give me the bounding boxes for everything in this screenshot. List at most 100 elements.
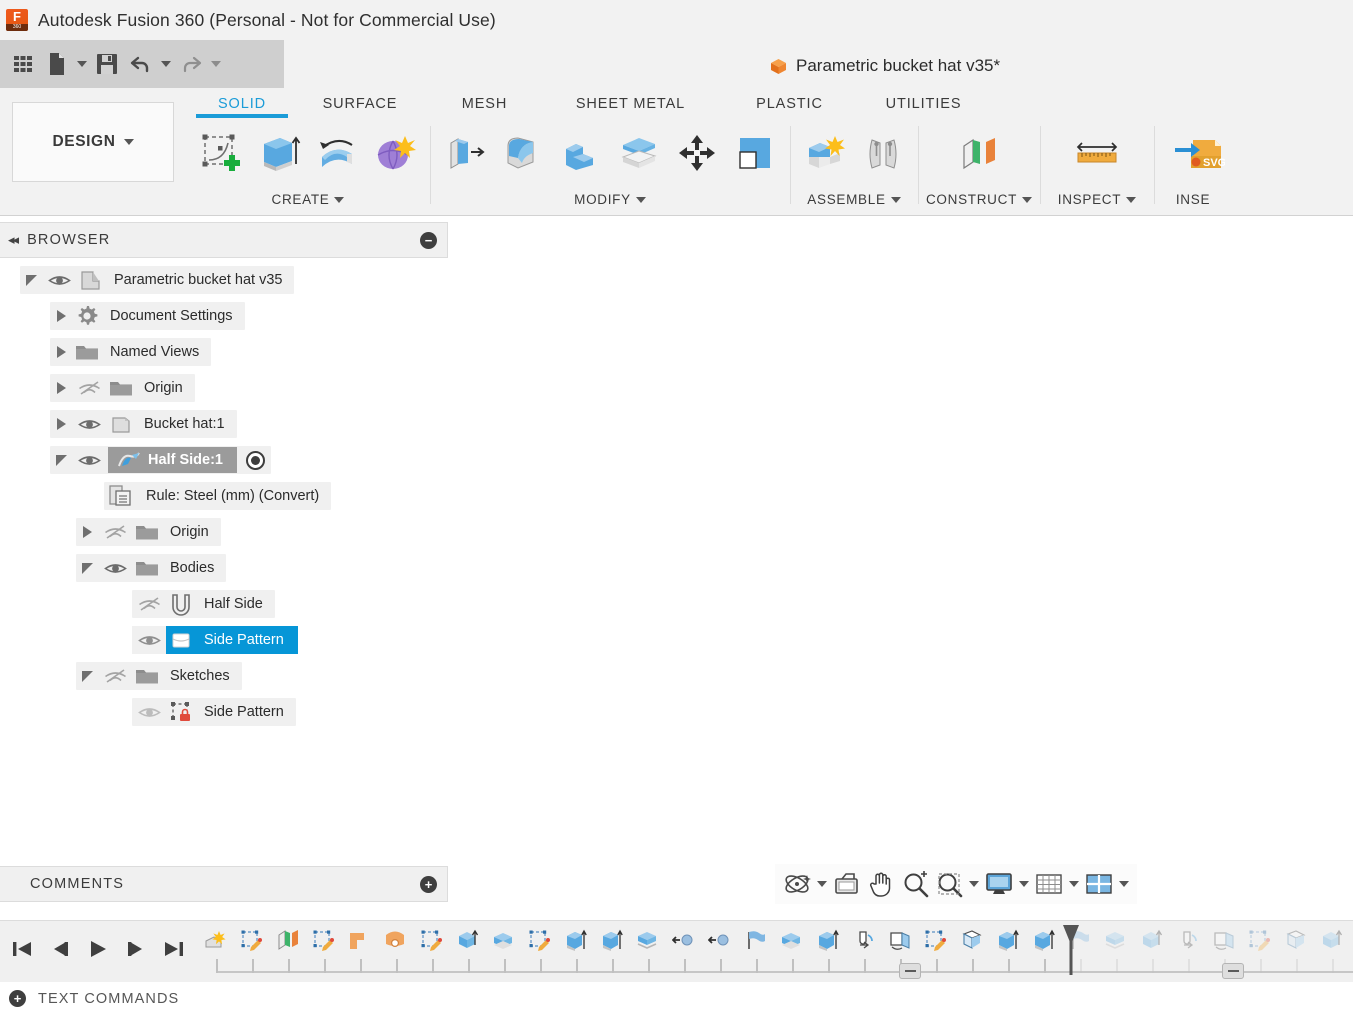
tab-sheet-metal[interactable]: SHEET METAL: [543, 91, 718, 115]
ribbon-group-create-label[interactable]: CREATE: [193, 192, 423, 214]
revolve-icon[interactable]: [309, 124, 365, 182]
new-component-feature[interactable]: [204, 929, 230, 967]
flag-feature[interactable]: [744, 929, 770, 967]
box-feature[interactable]: [1320, 929, 1346, 967]
tree-row-bodies[interactable]: Bodies: [0, 550, 448, 586]
flat-pattern-feature[interactable]: [960, 929, 986, 967]
flat-pattern-feature[interactable]: [1284, 929, 1310, 967]
twisty-collapsed-icon[interactable]: [76, 526, 98, 538]
offset-plane-icon[interactable]: [951, 124, 1007, 182]
tab-plastic[interactable]: PLASTIC: [718, 91, 861, 115]
ribbon-group-assemble-label[interactable]: ASSEMBLE: [797, 192, 911, 214]
tab-utilities[interactable]: UTILITIES: [861, 91, 986, 115]
sketch-feature[interactable]: [240, 929, 266, 967]
shell-feature[interactable]: [780, 929, 806, 967]
sketch-feature[interactable]: [312, 929, 338, 967]
pan-icon[interactable]: [865, 867, 897, 901]
workspace-selector[interactable]: DESIGN: [12, 102, 174, 182]
document-tab-title-group[interactable]: Parametric bucket hat v35*: [770, 56, 1000, 76]
double-left-arrow-icon[interactable]: ◂◂: [8, 232, 17, 248]
extrude-feature[interactable]: [564, 929, 590, 967]
sketch-feature[interactable]: [420, 929, 446, 967]
tree-row-bucket-hat-1[interactable]: Bucket hat:1: [0, 406, 448, 442]
play-icon[interactable]: [82, 929, 114, 969]
split-face-icon[interactable]: [611, 124, 667, 182]
undo-caret-icon[interactable]: [158, 44, 174, 84]
ribbon-group-modify-label[interactable]: MODIFY: [437, 192, 783, 214]
step-forward-icon[interactable]: [120, 929, 152, 969]
twisty-expanded-icon[interactable]: [50, 455, 72, 466]
eye-hidden-icon[interactable]: [132, 596, 166, 612]
go-to-end-icon[interactable]: [158, 929, 190, 969]
display-settings-caret-icon[interactable]: [1017, 867, 1031, 901]
timeline-group-collapse-right[interactable]: [1222, 963, 1244, 979]
tab-surface[interactable]: SURFACE: [294, 91, 426, 115]
sketch-feature[interactable]: [528, 929, 554, 967]
eye-visible-icon[interactable]: [72, 453, 106, 468]
tree-row-parametric-bucket-hat-v35[interactable]: Parametric bucket hat v35: [0, 262, 448, 298]
look-at-icon[interactable]: [831, 867, 863, 901]
redo-caret-icon[interactable]: [208, 44, 224, 84]
zoom-window-caret-icon[interactable]: [967, 867, 981, 901]
eye-visible-icon[interactable]: [132, 626, 166, 654]
twisty-collapsed-icon[interactable]: [50, 418, 72, 430]
tree-row-sketch-side-pattern[interactable]: Side Pattern: [0, 694, 448, 730]
create-form-icon[interactable]: [367, 124, 423, 182]
extrude-feature[interactable]: [1032, 929, 1058, 967]
display-settings-icon[interactable]: [983, 867, 1015, 901]
timeline-track[interactable]: [204, 927, 1353, 979]
eye-hidden-icon[interactable]: [72, 380, 106, 396]
offset-feature[interactable]: [636, 929, 662, 967]
joint-icon[interactable]: [855, 124, 911, 182]
tree-row-document-settings[interactable]: Document Settings: [0, 298, 448, 334]
press-pull-icon[interactable]: [437, 124, 493, 182]
measure-icon[interactable]: [1069, 124, 1125, 182]
orbit-caret-icon[interactable]: [815, 867, 829, 901]
viewports-caret-icon[interactable]: [1117, 867, 1131, 901]
ribbon-group-inspect-label[interactable]: INSPECT: [1047, 192, 1147, 214]
combine-icon[interactable]: [727, 124, 783, 182]
save-icon[interactable]: [90, 44, 124, 84]
tree-row-origin-nested[interactable]: Origin: [0, 514, 448, 550]
new-component-icon[interactable]: [797, 124, 853, 182]
twisty-expanded-icon[interactable]: [20, 275, 42, 286]
box-feature[interactable]: [456, 929, 482, 967]
eye-visible-icon[interactable]: [72, 417, 106, 432]
zoom-in-icon[interactable]: [899, 867, 931, 901]
eye-visible-icon[interactable]: [42, 273, 76, 288]
plus-circle-icon[interactable]: +: [9, 990, 26, 1007]
timeline-marker[interactable]: [1061, 925, 1079, 977]
go-to-beginning-icon[interactable]: [6, 929, 38, 969]
mirror-feature[interactable]: [708, 929, 734, 967]
viewports-icon[interactable]: [1083, 867, 1115, 901]
sketch-feature[interactable]: [924, 929, 950, 967]
extrude-feature[interactable]: [600, 929, 626, 967]
unfold-feature[interactable]: [888, 929, 914, 967]
ribbon-group-insert-label[interactable]: INSE: [1161, 192, 1225, 214]
twisty-expanded-icon[interactable]: [76, 563, 98, 574]
loft-feature[interactable]: [384, 929, 410, 967]
shell-icon[interactable]: [553, 124, 609, 182]
plus-circle-icon[interactable]: +: [420, 876, 437, 893]
redo-icon[interactable]: [174, 44, 208, 84]
twisty-expanded-icon[interactable]: [76, 671, 98, 682]
twisty-collapsed-icon[interactable]: [50, 310, 72, 322]
twisty-collapsed-icon[interactable]: [50, 346, 72, 358]
shell-feature[interactable]: [492, 929, 518, 967]
tab-solid[interactable]: SOLID: [190, 91, 294, 115]
timeline-group-collapse-left[interactable]: [899, 963, 921, 979]
extrude-icon[interactable]: [251, 124, 307, 182]
insert-svg-icon[interactable]: SVG: [1169, 124, 1225, 182]
plane-feature[interactable]: [276, 929, 302, 967]
step-back-icon[interactable]: [44, 929, 76, 969]
eye-visible-icon[interactable]: [98, 561, 132, 576]
tree-row-body-half-side[interactable]: Half Side: [0, 586, 448, 622]
tree-row-named-views[interactable]: Named Views: [0, 334, 448, 370]
activate-component-radio[interactable]: [246, 451, 265, 470]
unfold-feature[interactable]: [1212, 929, 1238, 967]
tree-row-sketches[interactable]: Sketches: [0, 658, 448, 694]
eye-hidden-icon[interactable]: [98, 524, 132, 540]
sketch-feature[interactable]: [1248, 929, 1274, 967]
move-copy-icon[interactable]: [669, 124, 725, 182]
tab-mesh[interactable]: MESH: [426, 91, 543, 115]
